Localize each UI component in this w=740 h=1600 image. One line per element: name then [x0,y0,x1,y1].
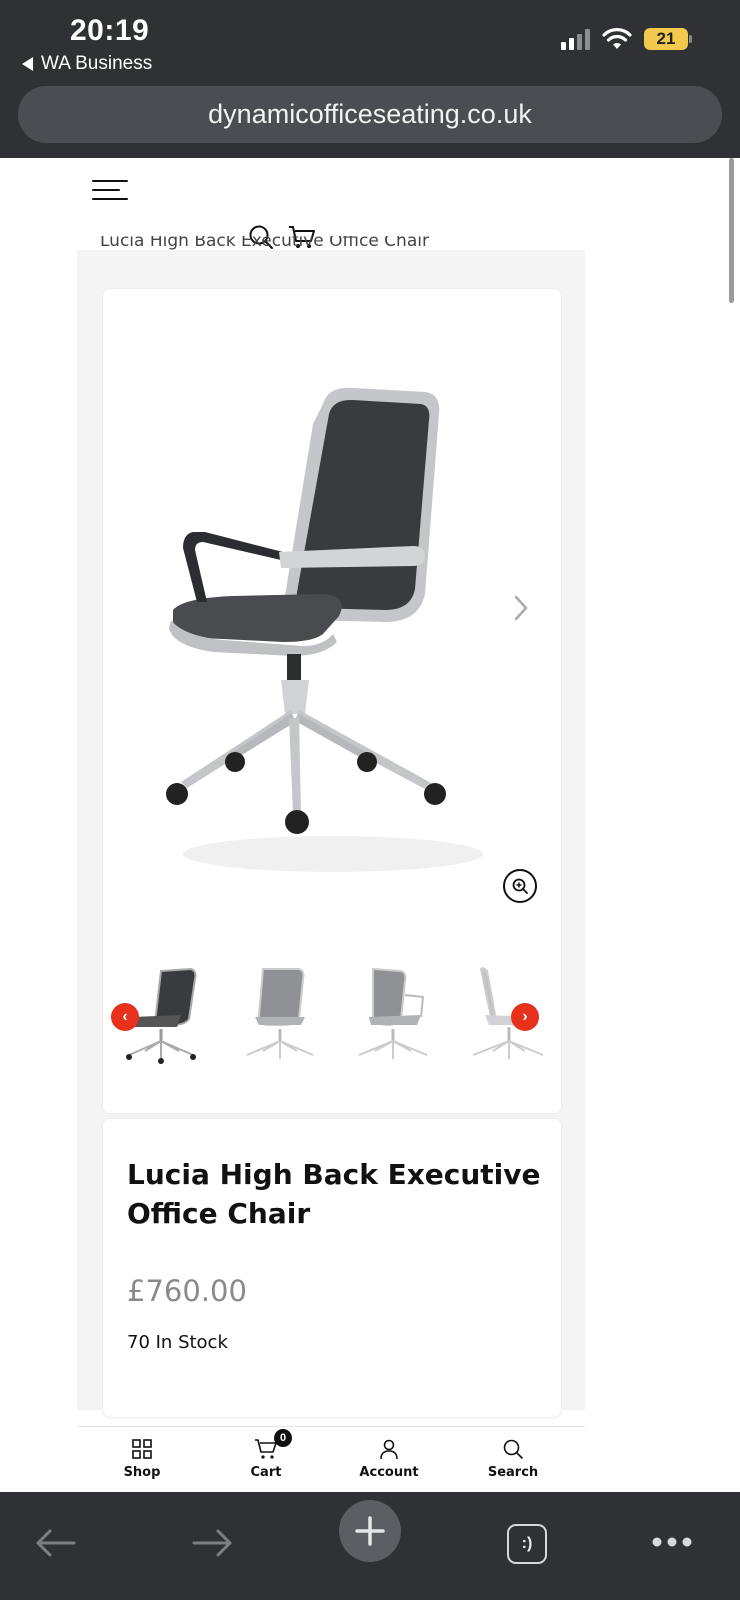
new-tab-button[interactable] [339,1500,401,1562]
url-bar[interactable]: dynamicofficeseating.co.uk [18,86,722,143]
battery-icon: 21 [644,28,692,50]
back-to-app-link[interactable]: WA Business [22,53,152,75]
gallery-next-arrow[interactable] [513,594,529,622]
nav-account[interactable]: Account [339,1435,439,1480]
thumbnail[interactable] [349,961,439,1066]
product-gallery: ‹ › [102,288,562,1114]
nav-shop[interactable]: Shop [92,1435,192,1480]
thumbnail[interactable] [463,961,553,1066]
nav-search-label: Search [487,1465,539,1480]
forward-arrow-icon[interactable] [192,1528,234,1558]
product-info: Lucia High Back Executive Office Chair £… [102,1118,562,1418]
nav-cart-label: Cart [250,1465,282,1480]
tabs-button[interactable]: :) [507,1524,547,1564]
page-scrollbar[interactable] [729,158,734,303]
battery-level: 21 [644,28,688,50]
search-icon [503,1439,523,1459]
plus-icon [355,1516,385,1546]
more-options-icon[interactable] [651,1536,693,1548]
back-arrow-icon[interactable] [34,1528,76,1558]
thumbnail-strip: ‹ › [111,961,553,1071]
zoom-button[interactable] [503,869,537,903]
shop-bottom-nav: Shop 0 Cart Account Search [77,1426,585,1492]
grid-icon [132,1439,152,1459]
hamburger-icon[interactable] [92,178,132,202]
tabs-button-label: :) [521,1535,533,1552]
back-app-label: WA Business [41,53,153,74]
product-main-image[interactable] [163,384,503,904]
nav-account-label: Account [359,1465,419,1480]
breadcrumb: Lucia High Back Executive Office Chair [100,236,429,250]
back-triangle-icon [22,57,33,71]
web-page: Lucia High Back Executive Office Chair ‹… [0,158,740,1492]
cart-count-badge: 0 [274,1429,292,1447]
browser-toolbar: :) [0,1492,740,1600]
thumbnail[interactable] [235,961,325,1066]
user-icon [380,1439,398,1460]
zoom-in-icon [512,878,528,894]
nav-search[interactable]: Search [463,1435,563,1480]
url-text: dynamicofficeseating.co.uk [208,99,532,129]
product-title: Lucia High Back Executive Office Chair [127,1158,541,1230]
nav-cart[interactable]: 0 Cart [216,1429,316,1480]
wifi-icon [602,28,632,49]
signal-icon [561,28,590,50]
thumbnail-prev-button[interactable]: ‹ [111,1003,139,1031]
browser-top-chrome: 20:19 WA Business 21 dynamicofficeseatin… [0,0,740,158]
status-icons: 21 [561,28,692,50]
stock-status: 70 In Stock [127,1332,228,1353]
status-time: 20:19 [70,14,150,47]
thumbnail-next-button[interactable]: › [511,1003,539,1031]
product-price: £760.00 [127,1274,247,1308]
nav-shop-label: Shop [123,1465,161,1480]
